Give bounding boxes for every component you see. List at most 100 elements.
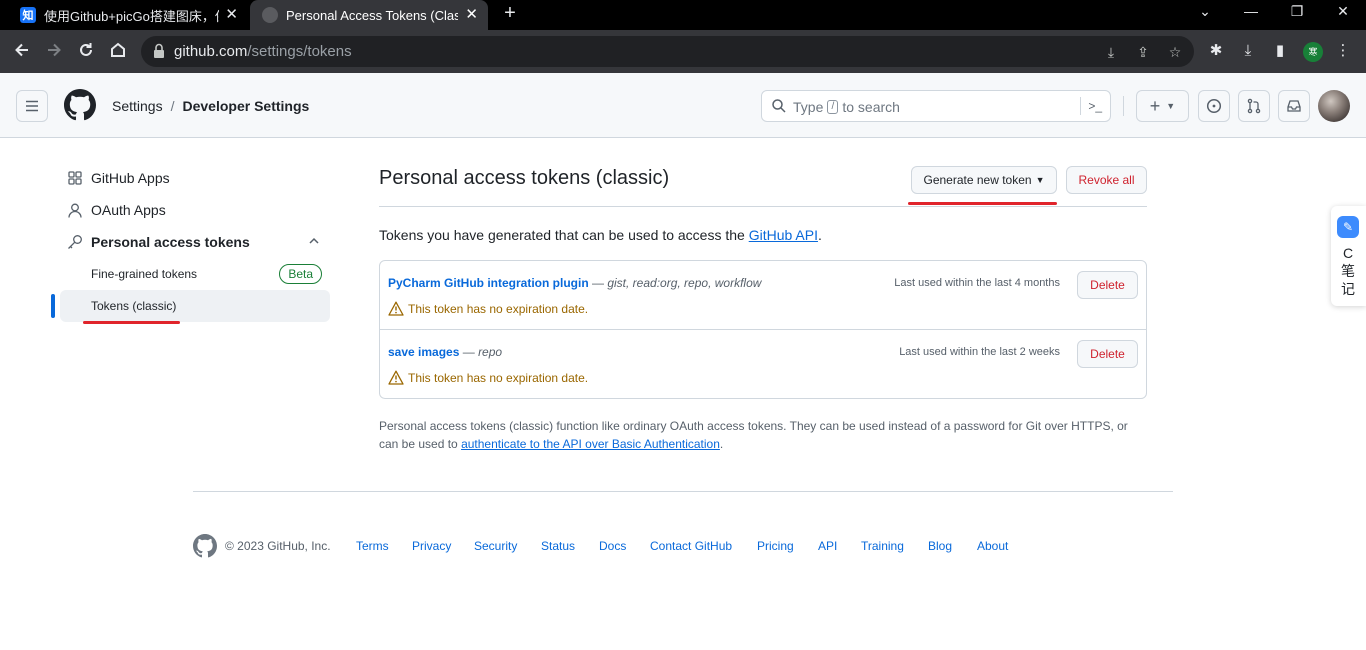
breadcrumb-settings[interactable]: Settings bbox=[112, 98, 163, 114]
share-icon[interactable]: ⇪ bbox=[1134, 43, 1152, 61]
zhihu-favicon-icon: 知 bbox=[20, 7, 36, 23]
inbox-icon bbox=[1287, 100, 1301, 112]
forward-icon[interactable] bbox=[43, 41, 65, 63]
minimize-icon[interactable]: — bbox=[1239, 3, 1263, 19]
footer-link-docs[interactable]: Docs bbox=[599, 539, 626, 553]
search-input[interactable]: Type / to search >_ bbox=[761, 90, 1111, 122]
tab-title: Personal Access Tokens (Classic) bbox=[286, 7, 458, 23]
bookmark-star-icon[interactable]: ☆ bbox=[1166, 43, 1184, 61]
person-icon bbox=[67, 202, 83, 218]
generate-new-token-button[interactable]: Generate new token ▼ bbox=[911, 166, 1057, 194]
pull-request-icon bbox=[1247, 98, 1261, 114]
breadcrumb: Settings / Developer Settings bbox=[112, 98, 309, 114]
footer-link-pricing[interactable]: Pricing bbox=[757, 539, 794, 553]
alert-icon bbox=[388, 370, 404, 385]
beta-badge: Beta bbox=[279, 264, 322, 284]
token-row: PyCharm GitHub integration plugin — gist… bbox=[380, 261, 1146, 330]
token-name-link[interactable]: save images bbox=[388, 345, 459, 359]
alert-icon bbox=[388, 301, 404, 316]
floating-note-widget[interactable]: ✎ C 笔 记 bbox=[1331, 206, 1366, 306]
issues-button[interactable] bbox=[1198, 90, 1230, 122]
classic-tokens-note: Personal access tokens (classic) functio… bbox=[379, 419, 1128, 451]
browser-toolbar: github.com/settings/tokens ⤓ ⇪ ☆ bbox=[0, 30, 1366, 73]
revoke-all-button[interactable]: Revoke all bbox=[1066, 166, 1147, 194]
footer-link-api[interactable]: API bbox=[818, 539, 837, 553]
url-text[interactable]: github.com/settings/tokens bbox=[174, 43, 352, 60]
token-title: save images — repo bbox=[388, 345, 503, 359]
close-tab-icon[interactable]: ✕ bbox=[225, 6, 238, 24]
browser-tab-zhihu[interactable]: 知 使用Github+picGo搭建图床，保 ✕ bbox=[8, 0, 248, 30]
footer-link-status[interactable]: Status bbox=[541, 539, 575, 553]
chevron-up-icon[interactable] bbox=[308, 235, 320, 247]
footer-link-security[interactable]: Security bbox=[474, 539, 517, 553]
pull-requests-button[interactable] bbox=[1238, 90, 1270, 122]
restore-icon[interactable]: ❐ bbox=[1285, 3, 1309, 20]
sidebar-item-label: Tokens (classic) bbox=[91, 299, 177, 313]
active-indicator bbox=[51, 294, 55, 318]
back-icon[interactable] bbox=[11, 41, 33, 63]
user-avatar[interactable] bbox=[1318, 90, 1350, 122]
search-placeholder: Type / to search bbox=[793, 99, 900, 115]
sidebar-item-label: Personal access tokens bbox=[91, 234, 250, 250]
sidebar-item-tokens-classic[interactable]: Tokens (classic) bbox=[60, 290, 330, 322]
caret-down-icon: ▼ bbox=[1166, 101, 1176, 111]
delete-token-button[interactable]: Delete bbox=[1077, 340, 1138, 368]
copyright-text: © 2023 GitHub, Inc. bbox=[225, 539, 331, 553]
last-used-text: Last used within the last 4 months bbox=[894, 277, 1060, 289]
breadcrumb-separator: / bbox=[170, 98, 175, 114]
token-scopes: gist, read:org, repo, workflow bbox=[607, 276, 762, 290]
token-title: PyCharm GitHub integration plugin — gist… bbox=[388, 276, 762, 290]
browser-tab-github-tokens[interactable]: Personal Access Tokens (Classic) ✕ bbox=[250, 0, 488, 30]
token-name-link[interactable]: PyCharm GitHub integration plugin bbox=[388, 276, 589, 290]
github-logo-icon[interactable] bbox=[64, 89, 96, 121]
github-api-link[interactable]: GitHub API bbox=[749, 227, 818, 243]
sidebar-item-fine-grained-tokens[interactable]: Fine-grained tokens Beta bbox=[60, 258, 330, 290]
downloads-icon[interactable]: ⤓ bbox=[1238, 41, 1258, 61]
new-tab-button[interactable]: + bbox=[498, 2, 522, 25]
profile-avatar[interactable]: 寒 bbox=[1303, 42, 1323, 62]
expiration-warning: This token has no expiration date. bbox=[388, 370, 588, 385]
extensions-icon[interactable]: ✱ bbox=[1206, 41, 1226, 61]
sidebar-item-personal-access-tokens[interactable]: Personal access tokens bbox=[60, 226, 330, 258]
sidebar-item-oauth-apps[interactable]: OAuth Apps bbox=[60, 194, 330, 226]
home-icon[interactable] bbox=[107, 41, 129, 63]
token-scopes: repo bbox=[478, 345, 503, 359]
search-icon bbox=[772, 99, 786, 113]
sidebar-item-label: OAuth Apps bbox=[91, 202, 166, 218]
caret-down-icon: ▼ bbox=[1035, 175, 1045, 185]
token-list: PyCharm GitHub integration plugin — gist… bbox=[379, 260, 1147, 399]
command-palette-icon[interactable]: >_ bbox=[1080, 97, 1102, 115]
open-menu-button[interactable] bbox=[16, 90, 48, 122]
header-divider bbox=[1123, 96, 1124, 116]
lock-icon[interactable] bbox=[153, 43, 165, 64]
sidebar-item-github-apps[interactable]: GitHub Apps bbox=[60, 162, 330, 194]
key-icon bbox=[67, 234, 83, 250]
delete-token-button[interactable]: Delete bbox=[1077, 271, 1138, 299]
reload-icon[interactable] bbox=[75, 41, 97, 63]
floating-widget-text: C 笔 记 bbox=[1341, 245, 1355, 297]
token-row: save images — repo This token has no exp… bbox=[380, 330, 1146, 399]
install-app-icon[interactable]: ⤓ bbox=[1102, 43, 1120, 61]
create-new-button[interactable]: + ▼ bbox=[1136, 90, 1189, 122]
footer-link-terms[interactable]: Terms bbox=[356, 539, 389, 553]
footer-link-blog[interactable]: Blog bbox=[928, 539, 952, 553]
sidebar-item-label: GitHub Apps bbox=[91, 170, 170, 186]
github-header: Settings / Developer Settings Type / to se… bbox=[0, 73, 1366, 138]
basic-auth-link[interactable]: authenticate to the API over Basic Authe… bbox=[461, 437, 720, 451]
apps-grid-icon bbox=[67, 170, 83, 186]
more-menu-icon[interactable]: ⋮ bbox=[1333, 41, 1353, 61]
page-title: Personal access tokens (classic) bbox=[379, 167, 670, 189]
close-window-icon[interactable]: ✕ bbox=[1331, 3, 1355, 20]
footer-link-training[interactable]: Training bbox=[861, 539, 904, 553]
github-footer-logo-icon[interactable] bbox=[193, 534, 217, 558]
address-bar[interactable]: github.com/settings/tokens ⤓ ⇪ ☆ bbox=[141, 36, 1194, 67]
side-panel-icon[interactable]: ▮ bbox=[1270, 41, 1290, 61]
tab-search-icon[interactable]: ⌄ bbox=[1193, 3, 1217, 20]
footer-link-privacy[interactable]: Privacy bbox=[412, 539, 451, 553]
close-tab-icon[interactable]: ✕ bbox=[465, 6, 478, 24]
inbox-button[interactable] bbox=[1278, 90, 1310, 122]
footer-link-about[interactable]: About bbox=[977, 539, 1008, 553]
breadcrumb-developer-settings[interactable]: Developer Settings bbox=[182, 98, 309, 114]
annotation-underline-generate bbox=[908, 202, 1057, 205]
footer-link-contact[interactable]: Contact GitHub bbox=[650, 539, 732, 553]
